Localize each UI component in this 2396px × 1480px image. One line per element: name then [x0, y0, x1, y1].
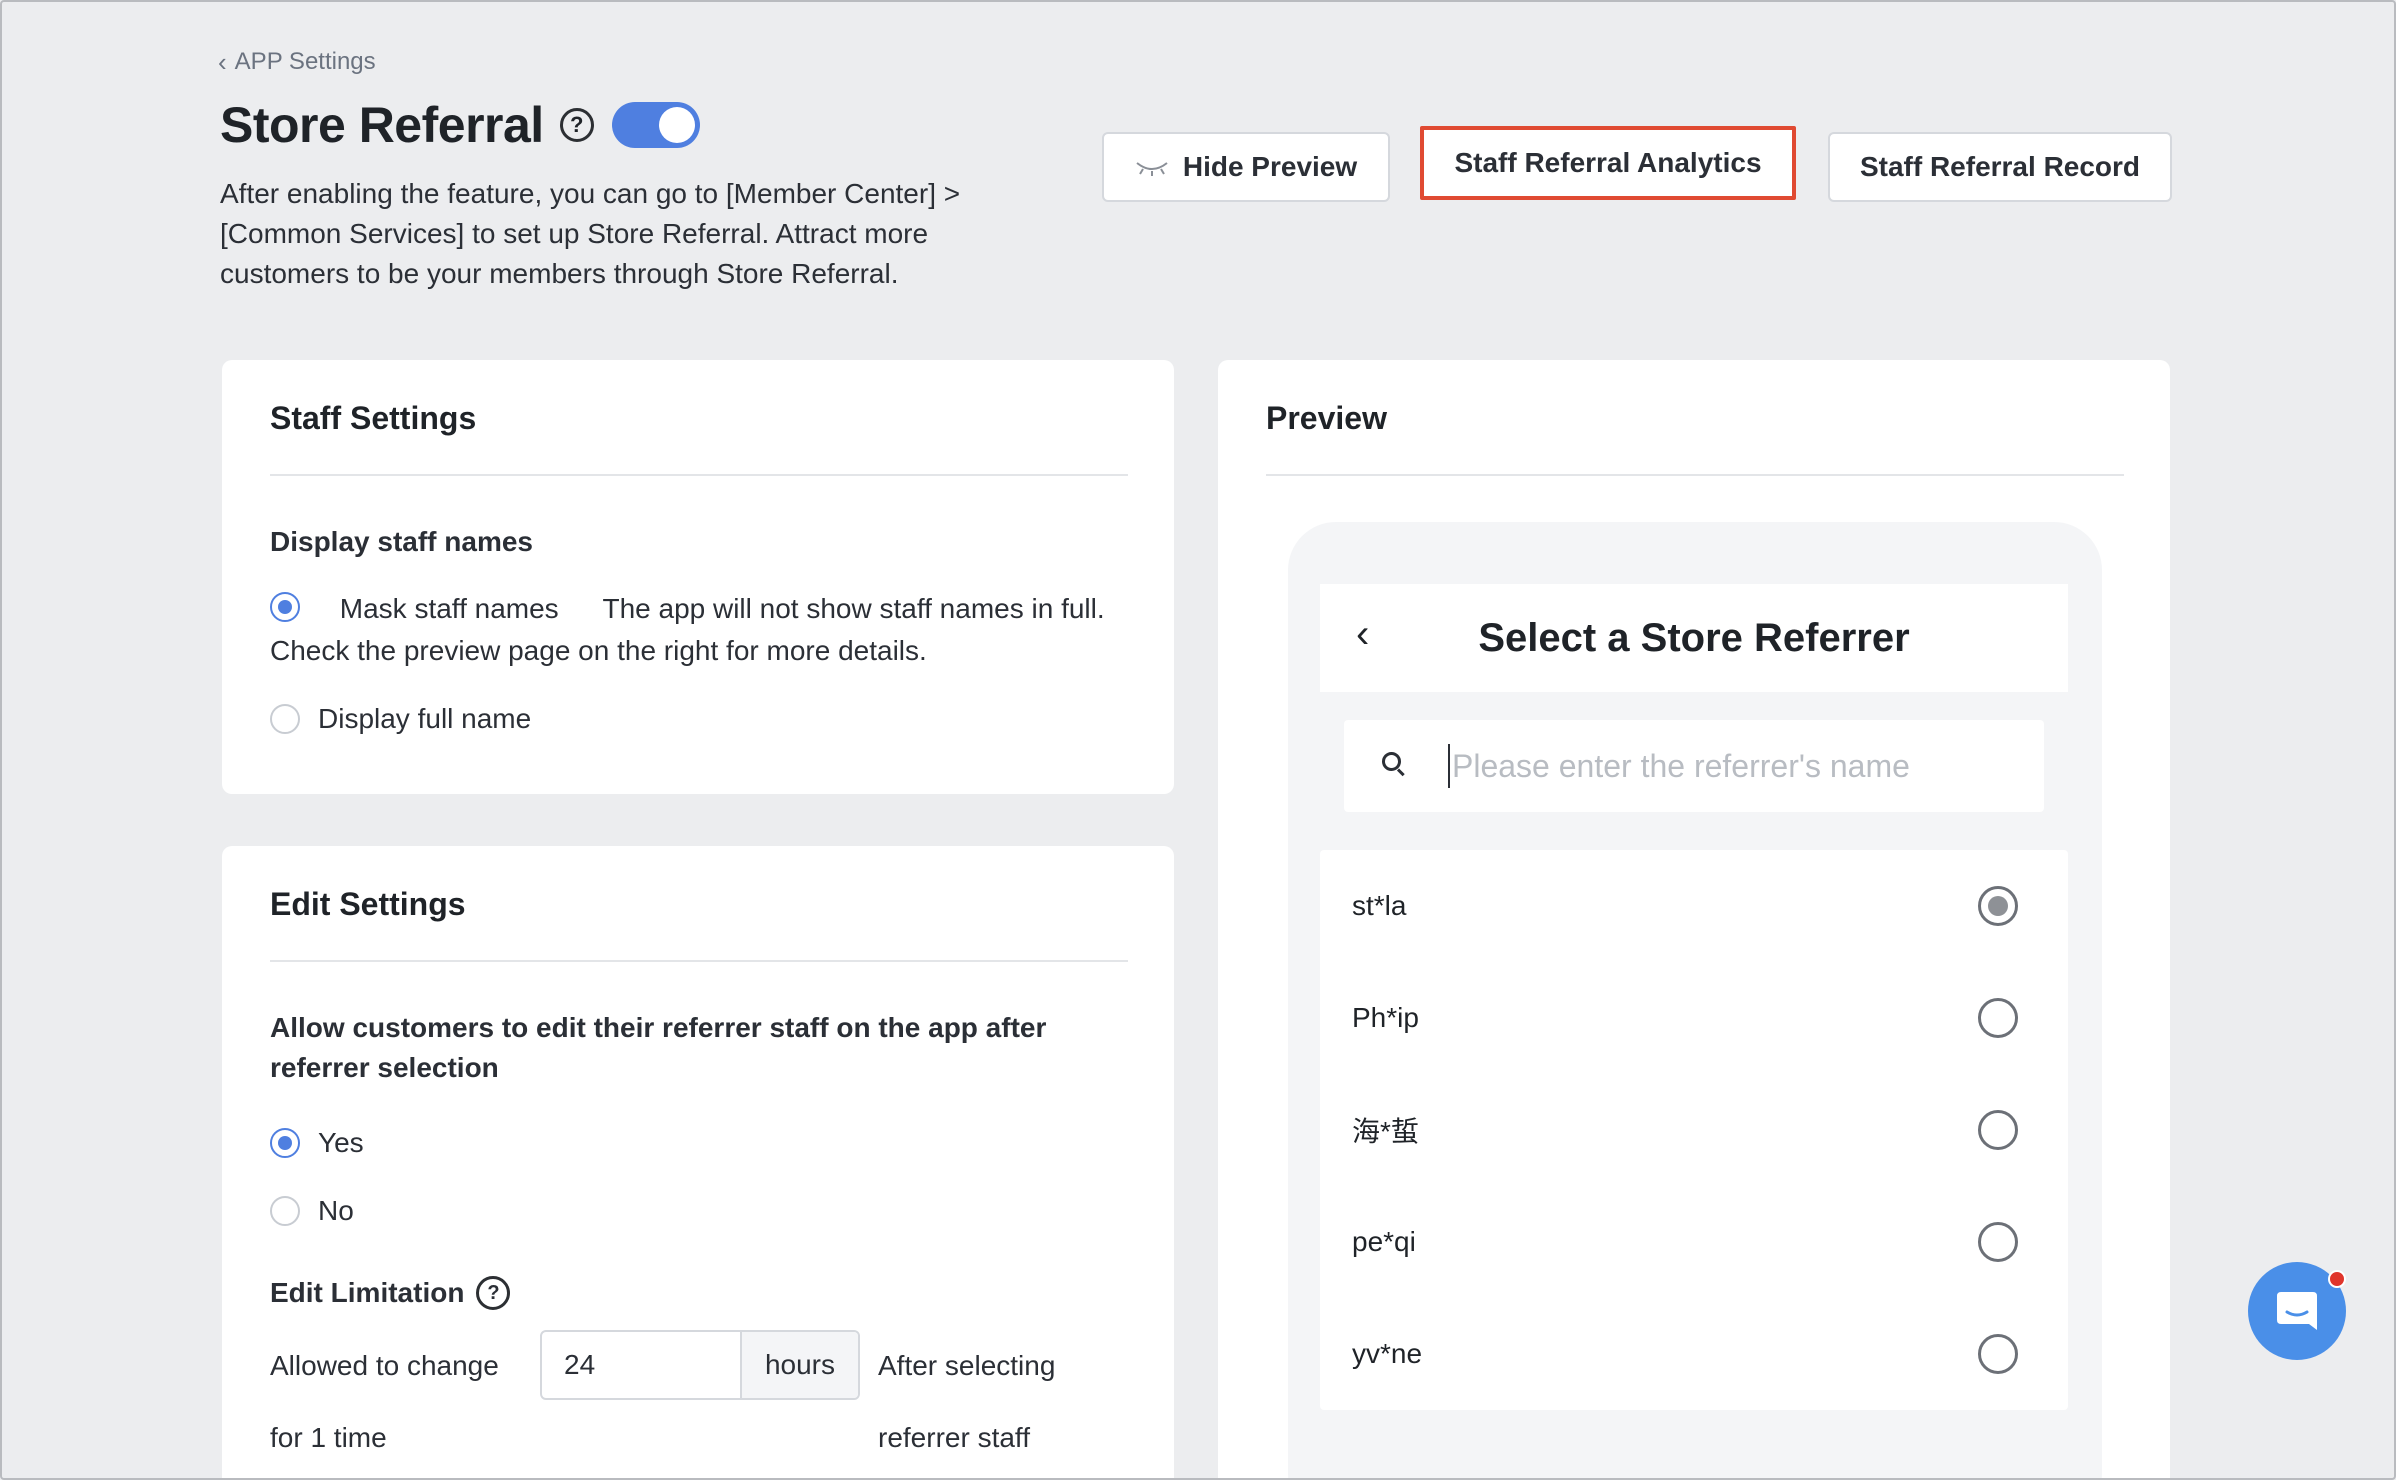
chat-bubble-icon — [2277, 1292, 2317, 1330]
referrer-name: 海*蜇 — [1352, 1116, 1419, 1147]
referrer-name: yv*ne — [1352, 1338, 1423, 1369]
hours-unit: hours — [740, 1332, 858, 1398]
page-description: After enabling the feature, you can go t… — [220, 178, 961, 289]
notification-dot — [2328, 1270, 2346, 1288]
page-title: Store Referral — [220, 97, 544, 153]
allow-edit-label: Allow customers to edit their referrer s… — [270, 1012, 1047, 1083]
edit-limitation-row: Edit Limitation ? — [270, 1276, 511, 1310]
referrer-radio[interactable] — [1978, 998, 2018, 1038]
full-name-label: Display full name — [318, 703, 532, 734]
staff-referral-record-button[interactable]: Staff Referral Record — [1828, 132, 2172, 202]
hours-input[interactable]: 24 hours — [540, 1330, 860, 1400]
help-icon[interactable]: ? — [476, 1276, 511, 1310]
mask-staff-names-option[interactable]: Mask staff names The app will not show s… — [270, 588, 1140, 672]
referrer-staff-text: referrer staff — [878, 1422, 1030, 1453]
referrer-radio[interactable] — [1978, 1334, 2018, 1374]
record-label: Staff Referral Record — [1859, 151, 2141, 182]
no-option[interactable]: No — [270, 1190, 354, 1232]
list-item[interactable]: 海*蜇 — [1320, 1074, 2068, 1186]
referrer-name: Ph*ip — [1352, 1002, 1419, 1033]
edit-limitation-label: Edit Limitation — [270, 1277, 465, 1308]
staff-settings-title: Staff Settings — [270, 400, 477, 436]
display-full-name-option[interactable]: Display full name — [270, 698, 531, 740]
referrer-radio[interactable] — [1978, 1110, 2018, 1150]
list-item[interactable]: yv*ne — [1320, 1298, 2068, 1410]
chevron-left-icon: ‹ — [218, 47, 227, 77]
divider — [270, 960, 1128, 962]
referrer-list: st*la Ph*ip 海*蜇 pe*qi yv*ne — [1320, 850, 2068, 1410]
breadcrumb[interactable]: ‹ APP Settings — [218, 48, 376, 76]
phone-header: ‹ Select a Store Referrer — [1320, 584, 2068, 692]
referrer-name: pe*qi — [1352, 1226, 1416, 1257]
analytics-label: Staff Referral Analytics — [1454, 147, 1762, 178]
display-staff-names-label: Display staff names — [270, 526, 533, 557]
full-name-radio[interactable] — [270, 704, 300, 734]
staff-referral-analytics-button[interactable]: Staff Referral Analytics — [1420, 126, 1796, 200]
help-icon[interactable]: ? — [559, 108, 594, 142]
mask-radio[interactable] — [270, 592, 300, 622]
allowed-to-change-text: Allowed to change — [270, 1350, 499, 1381]
for-one-time-text: for 1 time — [270, 1422, 387, 1453]
yes-label: Yes — [318, 1127, 364, 1158]
edit-settings-title: Edit Settings — [270, 886, 466, 922]
list-item[interactable]: pe*qi — [1320, 1186, 2068, 1298]
mask-option-label: Mask staff names — [339, 593, 559, 624]
text-caret — [1448, 744, 1450, 788]
back-arrow-icon[interactable]: ‹ — [1356, 614, 1369, 654]
no-label: No — [318, 1195, 354, 1226]
referrer-radio[interactable] — [1978, 886, 2018, 926]
preview-card: Preview ‹ Select a Store Referrer st*la … — [1218, 360, 2170, 1480]
staff-settings-card: Staff Settings Display staff names Mask … — [222, 360, 1174, 794]
edit-settings-card: Edit Settings Allow customers to edit th… — [222, 846, 1174, 1480]
search-icon — [1382, 752, 1405, 777]
phone-title: Select a Store Referrer — [1478, 615, 1910, 660]
title-row: Store Referral ? — [220, 96, 700, 154]
referrer-radio[interactable] — [1978, 1222, 2018, 1262]
divider — [270, 474, 1128, 476]
after-selecting-text: After selecting — [878, 1350, 1056, 1381]
divider — [1266, 474, 2124, 476]
phone-search-bar[interactable] — [1344, 720, 2044, 812]
toggle-knob — [658, 107, 695, 143]
yes-radio[interactable] — [270, 1128, 300, 1158]
no-radio[interactable] — [270, 1196, 300, 1226]
hide-preview-button[interactable]: Hide Preview — [1102, 132, 1390, 202]
referrer-name: st*la — [1352, 890, 1407, 921]
hide-preview-label: Hide Preview — [1182, 151, 1358, 182]
preview-title: Preview — [1266, 400, 1387, 436]
list-item[interactable]: Ph*ip — [1320, 962, 2068, 1074]
referrer-search-input[interactable] — [1452, 720, 2032, 812]
yes-option[interactable]: Yes — [270, 1122, 364, 1164]
feature-toggle[interactable] — [611, 102, 700, 148]
hours-value[interactable]: 24 — [542, 1332, 740, 1398]
breadcrumb-label: APP Settings — [234, 48, 376, 75]
phone-mockup: ‹ Select a Store Referrer st*la Ph*ip 海*… — [1288, 522, 2102, 1480]
eye-closed-icon — [1136, 162, 1168, 176]
list-item[interactable]: st*la — [1320, 850, 2068, 962]
